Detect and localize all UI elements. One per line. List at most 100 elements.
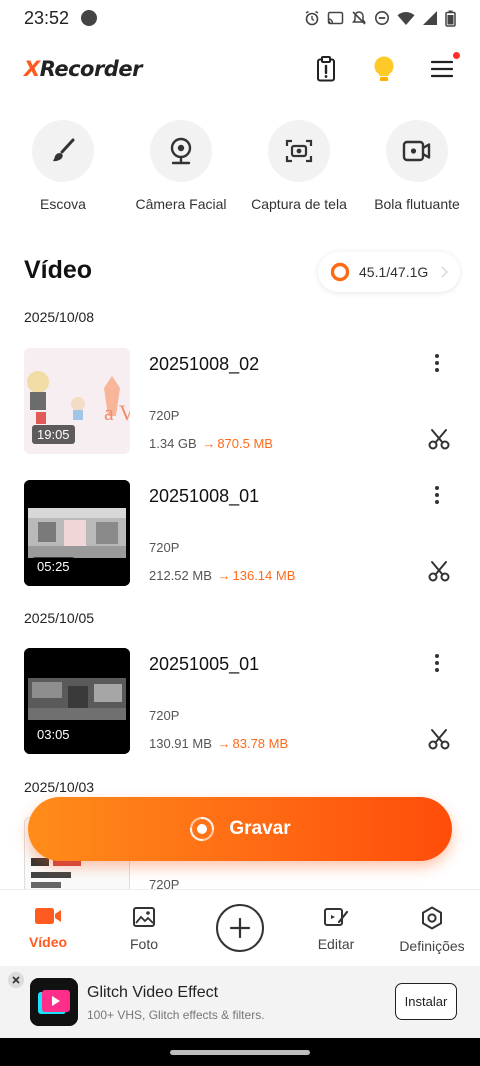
status-time: 23:52 — [24, 7, 70, 28]
ad-title: Glitch Video Effect — [87, 984, 219, 1001]
more-options-button[interactable] — [432, 352, 442, 374]
video-thumbnail[interactable]: 05:25 — [24, 480, 130, 586]
close-icon — [12, 976, 20, 984]
record-button[interactable]: Gravar — [28, 797, 452, 861]
duration-badge: 19:05 — [32, 425, 75, 444]
battery-icon — [445, 10, 456, 27]
video-title: 20251005_01 — [149, 654, 260, 674]
nav-label: Definições — [399, 938, 465, 954]
scissors-icon — [428, 429, 450, 450]
date-header: 2025/10/05 — [24, 610, 95, 626]
ad-banner[interactable]: Glitch Video Effect 100+ VHS, Glitch eff… — [0, 966, 480, 1038]
wifi-icon — [397, 12, 415, 25]
clipboard-alert-icon — [317, 56, 335, 82]
brush-icon — [53, 138, 75, 162]
bottom-nav: Vídeo Foto Editar Definições — [0, 889, 480, 965]
video-item[interactable]: a V 19:05 20251008_02 720P 1.34 GB → 870.… — [24, 348, 456, 454]
tools-row: Escova Câmera Facial Captura de tela Bol… — [0, 120, 480, 212]
signal-icon — [423, 11, 437, 25]
add-button[interactable] — [216, 904, 264, 952]
ad-install-button[interactable]: Instalar — [395, 983, 457, 1020]
video-item[interactable]: 05:25 20251008_01 720P 212.52 MB → 136.14… — [24, 480, 456, 586]
settings-icon — [422, 906, 442, 930]
trim-button[interactable] — [428, 728, 450, 755]
ad-close-button[interactable] — [8, 972, 24, 988]
video-thumbnail[interactable]: a V 19:05 — [24, 348, 130, 454]
tool-facecam[interactable]: Câmera Facial — [123, 120, 239, 212]
lightbulb-icon — [374, 56, 394, 81]
photo-icon — [133, 907, 155, 927]
glitch-logo-icon — [30, 978, 78, 1026]
hamburger-menu-icon — [431, 60, 453, 78]
trim-button[interactable] — [428, 428, 450, 455]
record-label: Gravar — [229, 818, 291, 839]
date-header: 2025/10/03 — [24, 779, 95, 795]
more-vertical-icon — [435, 654, 439, 672]
tool-brush[interactable]: Escova — [5, 120, 121, 212]
record-icon — [190, 816, 215, 842]
trim-button[interactable] — [428, 560, 450, 587]
ad-subtitle: 100+ VHS, Glitch effects & filters. — [87, 1008, 265, 1022]
edit-icon — [324, 908, 349, 926]
nav-settings[interactable]: Definições — [384, 890, 480, 965]
tips-button[interactable] — [370, 55, 398, 83]
nav-label: Foto — [129, 936, 158, 952]
storage-indicator[interactable]: 45.1/47.1G — [318, 252, 460, 292]
app-logo: XRecorder — [24, 57, 142, 81]
tool-label: Escova — [40, 196, 86, 212]
clipboard-alert-button[interactable] — [312, 55, 340, 83]
notification-dot-icon — [81, 10, 98, 26]
more-options-button[interactable] — [432, 652, 442, 674]
ad-app-logo — [30, 978, 78, 1026]
menu-button[interactable] — [428, 52, 460, 83]
status-icons — [304, 10, 456, 27]
more-options-button[interactable] — [432, 484, 442, 506]
svg-text:a V: a V — [104, 400, 130, 425]
scissors-icon — [428, 561, 450, 582]
notification-badge — [453, 52, 460, 59]
webcam-icon — [170, 137, 192, 165]
app-header: XRecorder — [0, 48, 480, 90]
date-header: 2025/10/08 — [24, 309, 95, 325]
section-title: Vídeo — [24, 256, 93, 284]
tool-label: Bola flutuante — [374, 196, 460, 212]
dnd-icon — [375, 11, 389, 25]
screenshot-tool-circle — [268, 120, 330, 182]
nav-photo[interactable]: Foto — [96, 890, 192, 965]
nav-add[interactable] — [192, 890, 288, 965]
nav-label: Editar — [317, 936, 355, 952]
floating-ball-icon — [402, 140, 431, 162]
video-resolution: 720P — [149, 708, 180, 723]
tool-label: Captura de tela — [251, 196, 347, 212]
video-resolution: 720P — [149, 408, 180, 423]
tool-screenshot[interactable]: Captura de tela — [241, 120, 357, 212]
storage-ring-icon — [330, 262, 350, 282]
alarm-icon — [305, 10, 319, 26]
floating-ball-tool-circle — [386, 120, 448, 182]
video-item[interactable]: 03:05 20251005_01 720P 130.91 MB → 83.78 … — [24, 648, 456, 754]
cast-icon — [327, 11, 344, 25]
video-size: 1.34 GB → 870.5 MB — [149, 436, 273, 451]
brush-tool-circle — [32, 120, 94, 182]
video-camera-icon — [35, 908, 61, 924]
screenshot-icon — [285, 139, 313, 163]
nav-edit[interactable]: Editar — [288, 890, 384, 965]
video-resolution: 720P — [149, 540, 180, 555]
status-bar: 23:52 — [0, 0, 480, 36]
gesture-handle[interactable] — [170, 1050, 310, 1055]
facecam-tool-circle — [150, 120, 212, 182]
tool-label: Câmera Facial — [135, 196, 227, 212]
video-resolution: 720P — [149, 877, 180, 889]
video-title: 20251008_02 — [149, 354, 260, 374]
video-title: 20251008_01 — [149, 486, 260, 506]
video-thumbnail[interactable]: 03:05 — [24, 648, 130, 754]
mute-icon — [352, 11, 366, 25]
nav-label: Vídeo — [28, 934, 68, 950]
plus-icon — [229, 917, 251, 939]
video-size: 212.52 MB → 136.14 MB — [149, 568, 296, 583]
scissors-icon — [428, 729, 450, 750]
duration-badge: 03:05 — [32, 725, 75, 744]
duration-badge: 05:25 — [32, 557, 75, 576]
tool-floating-ball[interactable]: Bola flutuante — [359, 120, 475, 212]
nav-video[interactable]: Vídeo — [0, 890, 96, 965]
